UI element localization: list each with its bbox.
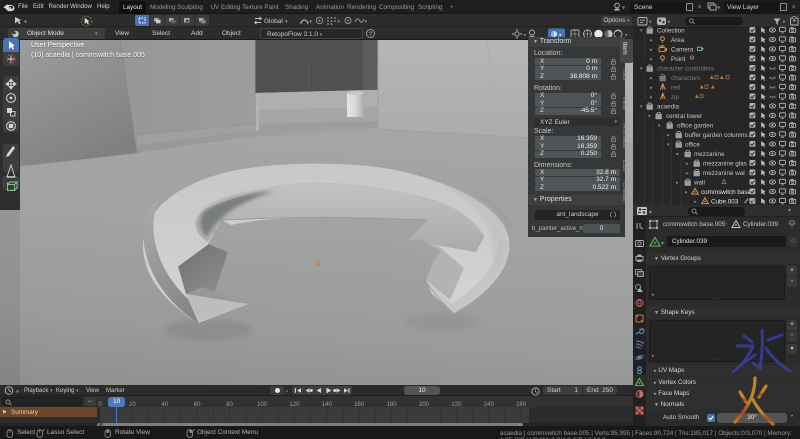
svg-text:Collection: Collection bbox=[657, 28, 685, 35]
svg-text:Point: Point bbox=[671, 56, 686, 63]
svg-text:▸: ▸ bbox=[686, 161, 689, 167]
svg-text:Edit: Edit bbox=[621, 160, 628, 171]
svg-text:▾: ▾ bbox=[668, 20, 671, 26]
svg-text:character controllers: character controllers bbox=[657, 66, 714, 73]
svg-text:▸: ▸ bbox=[650, 85, 653, 91]
svg-text:240: 240 bbox=[484, 402, 495, 408]
svg-text:▾: ▾ bbox=[667, 142, 670, 148]
svg-text:100: 100 bbox=[257, 402, 268, 408]
svg-text:red: red bbox=[671, 85, 681, 92]
svg-text:▸: ▸ bbox=[650, 76, 653, 82]
svg-text:▾: ▾ bbox=[648, 114, 651, 120]
svg-text:mezzanine glas: mezzanine glas bbox=[703, 161, 747, 168]
svg-text:office garden: office garden bbox=[677, 123, 714, 130]
svg-text:zip: zip bbox=[671, 94, 680, 101]
svg-text:▾: ▾ bbox=[783, 20, 786, 26]
svg-text:▾: ▾ bbox=[365, 19, 368, 25]
svg-text:▸: ▸ bbox=[650, 95, 653, 101]
svg-text:Camera: Camera bbox=[671, 47, 694, 54]
svg-text:wall: wall bbox=[693, 180, 705, 187]
svg-text:▾: ▾ bbox=[717, 6, 720, 12]
svg-text:160: 160 bbox=[354, 402, 365, 408]
svg-text:buffer garden columns.: buffer garden columns. bbox=[685, 132, 750, 139]
svg-text:▾: ▾ bbox=[649, 20, 652, 26]
svg-text:commswitch base.: commswitch base. bbox=[701, 189, 753, 196]
svg-text:▾: ▾ bbox=[640, 104, 643, 110]
svg-text:mezzanine wal: mezzanine wal bbox=[703, 170, 745, 177]
svg-text:▾: ▾ bbox=[661, 241, 664, 247]
svg-text:▾: ▾ bbox=[16, 390, 19, 396]
svg-text:▸: ▸ bbox=[650, 57, 653, 63]
svg-text:▸: ▸ bbox=[686, 171, 689, 177]
svg-text:▾: ▾ bbox=[640, 28, 643, 34]
svg-text:200: 200 bbox=[419, 402, 430, 408]
svg-text:Tool: Tool bbox=[621, 68, 628, 80]
svg-text:Area: Area bbox=[671, 37, 685, 44]
svg-text:Create: Create bbox=[621, 182, 628, 202]
svg-text:▾: ▾ bbox=[649, 210, 652, 216]
svg-text:acaedia: acaedia bbox=[657, 104, 680, 111]
svg-text:Animate: Animate bbox=[621, 124, 628, 148]
svg-text:▾: ▾ bbox=[640, 66, 643, 72]
svg-text:Global: Global bbox=[264, 18, 283, 25]
svg-text:▸: ▸ bbox=[685, 190, 688, 196]
svg-text:▾: ▾ bbox=[285, 19, 288, 25]
svg-text:▾: ▾ bbox=[310, 19, 313, 25]
svg-text:▾: ▾ bbox=[622, 6, 625, 12]
svg-text:260: 260 bbox=[516, 402, 527, 408]
svg-text:central tower: central tower bbox=[666, 113, 702, 120]
svg-text:220: 220 bbox=[451, 402, 462, 408]
svg-text:▾: ▾ bbox=[676, 152, 679, 158]
svg-text:80: 80 bbox=[226, 402, 233, 408]
svg-text:40: 40 bbox=[161, 402, 168, 408]
svg-text:characters: characters bbox=[671, 75, 700, 82]
svg-text:Item: Item bbox=[621, 42, 628, 55]
svg-text:▸: ▸ bbox=[676, 180, 679, 186]
svg-text:60: 60 bbox=[194, 402, 201, 408]
svg-text:0: 0 bbox=[98, 402, 102, 408]
svg-text:140: 140 bbox=[322, 402, 333, 408]
svg-text:▾: ▾ bbox=[524, 32, 527, 38]
svg-text:▸: ▸ bbox=[650, 47, 653, 53]
svg-text:▸: ▸ bbox=[667, 133, 670, 139]
svg-text:▸: ▸ bbox=[650, 38, 653, 44]
svg-text:mezzanine: mezzanine bbox=[694, 151, 725, 158]
svg-text:180: 180 bbox=[387, 402, 398, 408]
svg-text:View: View bbox=[621, 96, 628, 110]
svg-text:20: 20 bbox=[129, 402, 136, 408]
svg-text:▾: ▾ bbox=[338, 19, 341, 25]
svg-text:120: 120 bbox=[289, 402, 300, 408]
svg-text:▾: ▾ bbox=[658, 123, 661, 129]
svg-text:▾: ▾ bbox=[24, 20, 27, 26]
svg-text:office: office bbox=[685, 142, 700, 149]
